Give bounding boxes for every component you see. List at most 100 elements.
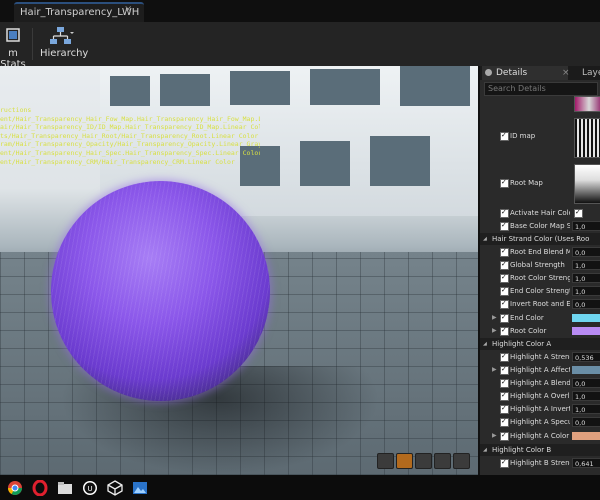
highlight-a-invert-label: Highlight A Invert End t	[510, 405, 570, 413]
debug-line: ent/Hair_Transparency_CRM/Hair_Transpare…	[0, 157, 235, 166]
highlight-a-strength-field[interactable]: 0,536	[572, 352, 600, 362]
debug-line: ructions	[0, 106, 32, 114]
hair-preview-sphere	[51, 181, 270, 401]
hair-strand-section[interactable]: Hair Strand Color (Uses Roo	[480, 233, 600, 245]
root-end-blend-field[interactable]: 0,0	[572, 247, 600, 257]
expand-arrow-icon[interactable]: ▶	[492, 364, 497, 376]
activate-hair-color-override[interactable]	[500, 206, 509, 218]
highlight-a-affected-swatch[interactable]	[572, 366, 600, 374]
end-color-swatch[interactable]	[572, 314, 600, 322]
expand-arrow-icon[interactable]: ▶	[492, 430, 497, 442]
toolbar: m Stats Hierarchy	[0, 22, 600, 70]
search-placeholder: Search Details	[488, 84, 546, 93]
base-color-map-strength-label: Base Color Map Streng	[510, 222, 570, 230]
opera-icon[interactable]	[30, 478, 50, 498]
base-color-map-strength-checkbox[interactable]	[500, 219, 509, 231]
debug-texture-list: ructions ent/Hair_Transparency_Hair_Fow_…	[0, 106, 260, 166]
stats-button[interactable]: m Stats	[0, 24, 30, 70]
os-taskbar: U	[0, 475, 600, 500]
expand-arrow-icon[interactable]: ▶	[492, 312, 497, 324]
expand-arrow-icon[interactable]: ▶	[492, 325, 497, 337]
search-details-input[interactable]: Search Details	[484, 82, 598, 96]
highlight-a-blend-checkbox[interactable]	[500, 376, 509, 388]
highlight-a-invert-checkbox[interactable]	[500, 402, 509, 414]
highlight-a-blend-label: Highlight A Blend Mode	[510, 379, 570, 387]
tab-close-icon[interactable]: ×	[124, 4, 132, 15]
highlight-a-affected-checkbox[interactable]	[500, 363, 509, 375]
highlight-a-color-checkbox[interactable]	[500, 429, 509, 441]
cylinder-mesh-button[interactable]	[377, 453, 394, 469]
global-strength-field[interactable]: 1,0	[572, 260, 600, 270]
details-panel: Details × Laye Search Details ID map Roo…	[478, 66, 600, 475]
debug-line: air/Hair_Transparency_ID/ID_Map.Hair_Tra…	[0, 123, 260, 132]
root-end-blend-checkbox[interactable]	[500, 245, 509, 257]
plane-mesh-button[interactable]	[415, 453, 432, 469]
tab-layers-label: Laye	[582, 68, 600, 78]
id-map-label: ID map	[510, 132, 536, 140]
end-color-checkbox[interactable]	[500, 311, 509, 323]
highlight-b-strength-label: Highlight B Strength	[510, 459, 570, 467]
root-end-blend-label: Root End Blend Mode	[510, 248, 570, 256]
highlight-a-color-label: Highlight A Color	[510, 432, 570, 440]
highlight-a-section[interactable]: Highlight Color A	[480, 338, 600, 350]
root-color-checkbox[interactable]	[500, 324, 509, 336]
end-color-strength-field[interactable]: 1,0	[572, 286, 600, 296]
chevron-down-icon	[70, 32, 74, 34]
highlight-a-blend-field[interactable]: 0,0	[572, 378, 600, 388]
global-strength-checkbox[interactable]	[500, 258, 509, 270]
close-icon[interactable]: ×	[562, 66, 570, 80]
highlight-a-overlap-field[interactable]: 1,0	[572, 391, 600, 401]
preview-viewport[interactable]: ructions ent/Hair_Transparency_Hair_Fow_…	[0, 66, 478, 475]
invert-root-end-label: Invert Root and End Col	[510, 300, 570, 308]
debug-line: ts/Hair_Transparency_Hair_Root/Hair_Tran…	[0, 131, 259, 140]
tab-details[interactable]: Details ×	[482, 66, 570, 80]
cube-mesh-button[interactable]	[434, 453, 451, 469]
root-map-thumbnail[interactable]	[574, 164, 600, 204]
image-icon[interactable]	[130, 478, 150, 498]
highlight-a-overlap-label: Highlight A Overlap End	[510, 392, 570, 400]
root-color-strength-label: Root Color Strength	[510, 274, 570, 282]
files-icon[interactable]	[55, 478, 75, 498]
root-map-checkbox[interactable]	[500, 176, 509, 188]
end-color-strength-checkbox[interactable]	[500, 284, 509, 296]
highlight-a-color-swatch[interactable]	[572, 432, 600, 440]
tab-layers[interactable]: Laye	[570, 66, 600, 80]
id-map-checkbox[interactable]	[500, 129, 509, 141]
custom-mesh-button[interactable]	[453, 453, 470, 469]
highlight-b-strength-field[interactable]: 0,641	[572, 458, 600, 468]
highlight-a-specular-checkbox[interactable]	[500, 415, 509, 427]
hierarchy-icon	[50, 27, 74, 44]
activate-hair-color-checkbox[interactable]	[574, 206, 583, 218]
sphere-mesh-button[interactable]	[396, 453, 413, 469]
highlight-a-strength-label: Highlight A Strength	[510, 353, 570, 361]
highlight-b-strength-checkbox[interactable]	[500, 456, 509, 468]
panel-tabs: Details × Laye	[480, 66, 600, 80]
highlight-a-specular-field[interactable]: 0,0	[572, 417, 600, 427]
details-icon	[485, 69, 492, 76]
debug-line: ent/Hair_Transparency_Hair_Fow_Map.Hair_…	[0, 114, 260, 123]
debug-line: ram/Hair_Transparency_Opacity/Hair_Trans…	[0, 140, 260, 149]
unreal-icon[interactable]: U	[80, 478, 100, 498]
chrome-icon[interactable]	[5, 478, 25, 498]
base-color-map-strength-field[interactable]: 1,0	[572, 221, 600, 231]
preview-mesh-toolbar	[377, 453, 470, 469]
stats-icon	[6, 28, 20, 42]
highlight-b-section[interactable]: Highlight Color B	[480, 444, 600, 456]
highlight-a-invert-field[interactable]: 1,0	[572, 404, 600, 414]
texture-thumbnail[interactable]	[574, 96, 600, 112]
highlight-a-strength-checkbox[interactable]	[500, 350, 509, 362]
hierarchy-button[interactable]: Hierarchy	[40, 24, 88, 64]
highlight-a-overlap-checkbox[interactable]	[500, 389, 509, 401]
root-color-strength-field[interactable]: 1,0	[572, 273, 600, 283]
cube-icon[interactable]	[105, 478, 125, 498]
activate-hair-color-label: Activate Hair Color	[510, 209, 570, 217]
invert-root-end-checkbox[interactable]	[500, 297, 509, 309]
root-color-swatch[interactable]	[572, 327, 600, 335]
invert-root-end-field[interactable]: 0,0	[572, 299, 600, 309]
root-color-strength-checkbox[interactable]	[500, 271, 509, 283]
svg-text:U: U	[87, 485, 92, 493]
id-map-thumbnail[interactable]	[574, 118, 600, 158]
global-strength-label: Global Strength	[510, 261, 565, 269]
tab-details-label: Details	[496, 68, 528, 78]
end-color-strength-label: End Color Strength	[510, 287, 570, 295]
